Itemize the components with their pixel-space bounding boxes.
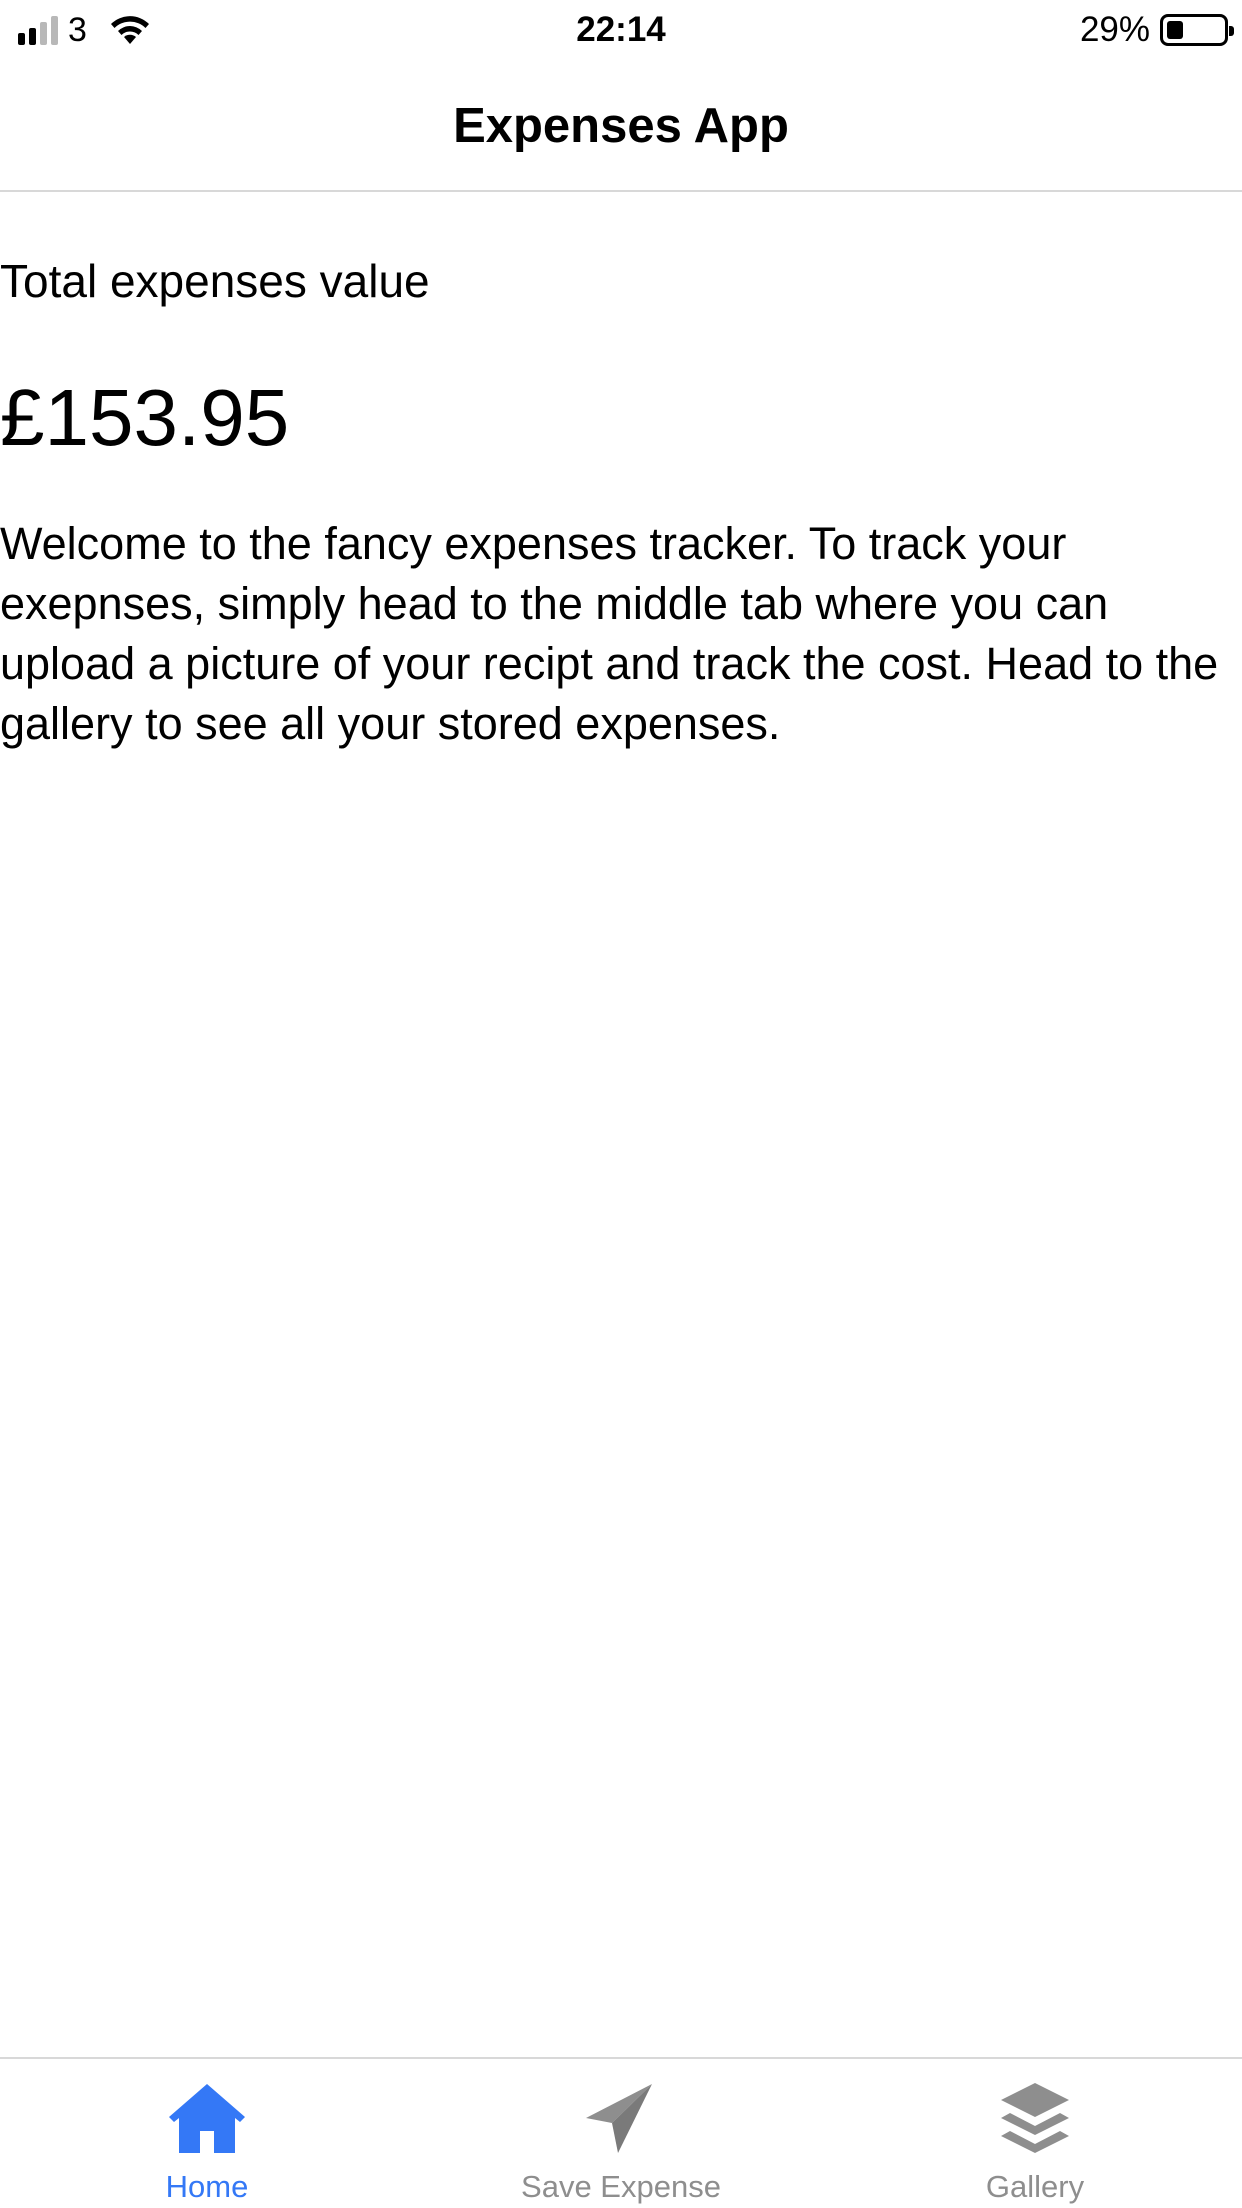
screen: 3 22:14 29% Expenses App Total expenses … [0, 0, 1242, 2208]
total-expenses-value: £153.95 [0, 373, 290, 462]
tab-label: Save Expense [521, 2169, 721, 2204]
tab-home[interactable]: Home [0, 2059, 414, 2208]
welcome-text: Welcome to the fancy expenses tracker. T… [0, 518, 1219, 749]
page-title: Expenses App [453, 99, 789, 153]
tab-label: Home [165, 2169, 249, 2204]
battery-tip [1229, 26, 1234, 36]
total-expenses-label: Total expenses value [0, 255, 430, 307]
battery-icon [1160, 14, 1234, 46]
status-time: 22:14 [576, 10, 666, 49]
tab-gallery[interactable]: Gallery [828, 2059, 1242, 2208]
battery-percent: 29% [1079, 10, 1150, 49]
tab-bar: Home Save Expense Gallery [0, 2057, 1242, 2208]
layers-icon [1001, 2083, 1069, 2153]
battery-fill [1167, 21, 1183, 39]
status-right: 29% [1079, 10, 1234, 50]
navigation-bar: Expenses App [0, 62, 1242, 192]
tab-label: Gallery [985, 2169, 1085, 2204]
home-icon [169, 2084, 245, 2153]
tab-save-expense[interactable]: Save Expense [414, 2059, 828, 2208]
status-bar: 3 22:14 29% [0, 0, 1242, 62]
paper-plane-icon [586, 2084, 652, 2153]
